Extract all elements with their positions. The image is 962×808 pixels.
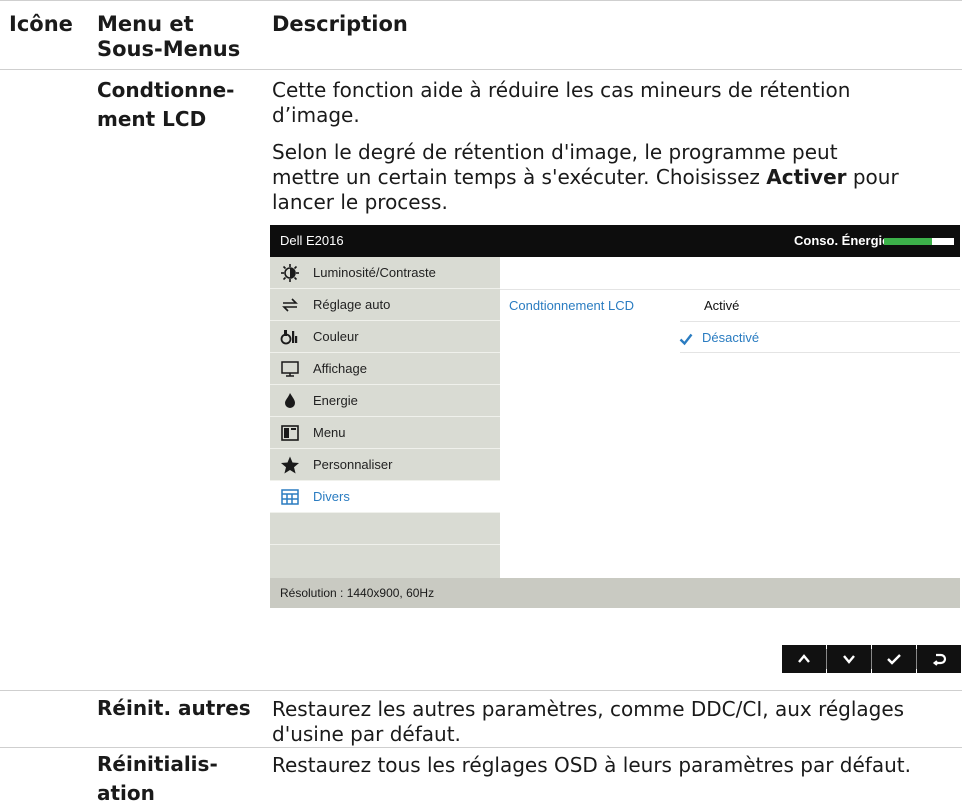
row-rule — [0, 690, 962, 691]
osd-status-bar: Résolution : 1440x900, 60Hz — [270, 578, 960, 608]
osd-submenu-label: Condtionnement LCD — [509, 298, 635, 313]
osd-energy-label: Conso. Énergie — [794, 233, 890, 248]
header-menu-line2: Sous-Menus — [97, 37, 241, 61]
nav-confirm-button[interactable] — [872, 645, 916, 673]
osd-title-bar: Dell E2016 Conso. Énergie — [270, 225, 960, 257]
star-icon — [280, 455, 300, 475]
energy-icon — [280, 391, 300, 411]
desc-lcd-para1: Cette fonction aide à réduire les cas mi… — [272, 78, 962, 128]
desc-text: mettre un certain temps à s'exécuter. Ch… — [272, 165, 767, 189]
others-icon — [280, 487, 300, 507]
header-menu-line1: Menu et — [97, 12, 194, 36]
osd-menu-item-label: Affichage — [313, 361, 367, 376]
display-icon — [280, 359, 300, 379]
osd-resolution: Résolution : 1440x900, 60Hz — [280, 586, 435, 600]
osd-menu-item-menu[interactable]: Menu — [270, 417, 500, 449]
osd-divider — [680, 321, 960, 322]
osd-main-menu: Luminosité/Contraste Réglage auto Couleu… — [270, 257, 500, 578]
osd-menu-item-color[interactable]: Couleur — [270, 321, 500, 353]
desc-text: pour — [846, 165, 899, 189]
header-icon-col: Icône — [9, 12, 73, 36]
osd-energy-meter-fill — [884, 238, 932, 245]
osd-option-enabled[interactable]: Activé — [704, 298, 739, 314]
osd-menu-item-label: Personnaliser — [313, 457, 393, 472]
term-line: ment LCD — [97, 107, 207, 131]
menu-icon — [280, 423, 300, 443]
osd-menu-item-label: Menu — [313, 425, 346, 440]
osd-energy-meter — [884, 238, 954, 245]
desc-bold-activer: Activer — [766, 165, 847, 189]
desc-line: Restaurez les autres paramètres, comme D… — [272, 697, 905, 721]
term-reset-all: Réinitialis- ation — [97, 750, 218, 808]
top-rule — [0, 0, 962, 1]
term-line: Réinitialis- — [97, 752, 218, 776]
osd-menu-item-brightness[interactable]: Luminosité/Contraste — [270, 257, 500, 289]
row-rule — [0, 747, 962, 748]
osd-option-disabled[interactable]: Désactivé — [702, 330, 759, 346]
osd-menu-item-label: Energie — [313, 393, 358, 408]
osd-divider — [680, 352, 960, 353]
desc-line: d'usine par défaut. — [272, 722, 461, 746]
auto-adjust-icon — [280, 295, 300, 315]
term-line: ation — [97, 781, 155, 805]
osd-menu-item-label: Réglage auto — [313, 297, 391, 312]
osd-menu-item-personalize[interactable]: Personnaliser — [270, 449, 500, 481]
osd-menu-item-empty — [270, 513, 500, 545]
osd-divider — [500, 289, 960, 290]
desc-reset-others: Restaurez les autres paramètres, comme D… — [272, 697, 962, 747]
osd-model-name: Dell E2016 — [280, 233, 344, 248]
osd-menu-item-others[interactable]: Divers — [270, 481, 500, 513]
osd-screenshot: Dell E2016 Conso. Énergie Luminosité/Con… — [270, 225, 960, 608]
header-menu-col: Menu et Sous-Menus — [97, 12, 240, 62]
desc-line: mettre un certain temps à s'exécuter. Ch… — [272, 165, 962, 190]
desc-line: lancer le process. — [272, 190, 448, 214]
osd-menu-item-label: Divers — [313, 489, 350, 504]
desc-line: d’image. — [272, 103, 360, 127]
nav-up-button[interactable] — [782, 645, 826, 673]
desc-reset-all: Restaurez tous les réglages OSD à leurs … — [272, 753, 911, 777]
nav-back-button[interactable] — [917, 645, 961, 673]
header-rule — [0, 69, 962, 70]
osd-menu-item-display[interactable]: Affichage — [270, 353, 500, 385]
color-icon — [280, 327, 300, 347]
osd-menu-item-label: Luminosité/Contraste — [313, 265, 436, 280]
term-lcd-conditioning: Condtionne- ment LCD — [97, 76, 234, 134]
desc-line: Cette fonction aide à réduire les cas mi… — [272, 78, 851, 102]
desc-lcd-para2: Selon le degré de rétention d'image, le … — [272, 140, 962, 215]
osd-menu-item-energy[interactable]: Energie — [270, 385, 500, 417]
desc-line: Selon le degré de rétention d'image, le … — [272, 140, 838, 164]
brightness-contrast-icon — [280, 263, 300, 283]
osd-menu-item-auto-adjust[interactable]: Réglage auto — [270, 289, 500, 321]
check-icon — [679, 331, 693, 346]
term-line: Condtionne- — [97, 78, 235, 102]
term-reset-others: Réinit. autres — [97, 696, 251, 720]
nav-down-button[interactable] — [827, 645, 871, 673]
header-description-col: Description — [272, 12, 408, 36]
osd-menu-item-label: Couleur — [313, 329, 359, 344]
